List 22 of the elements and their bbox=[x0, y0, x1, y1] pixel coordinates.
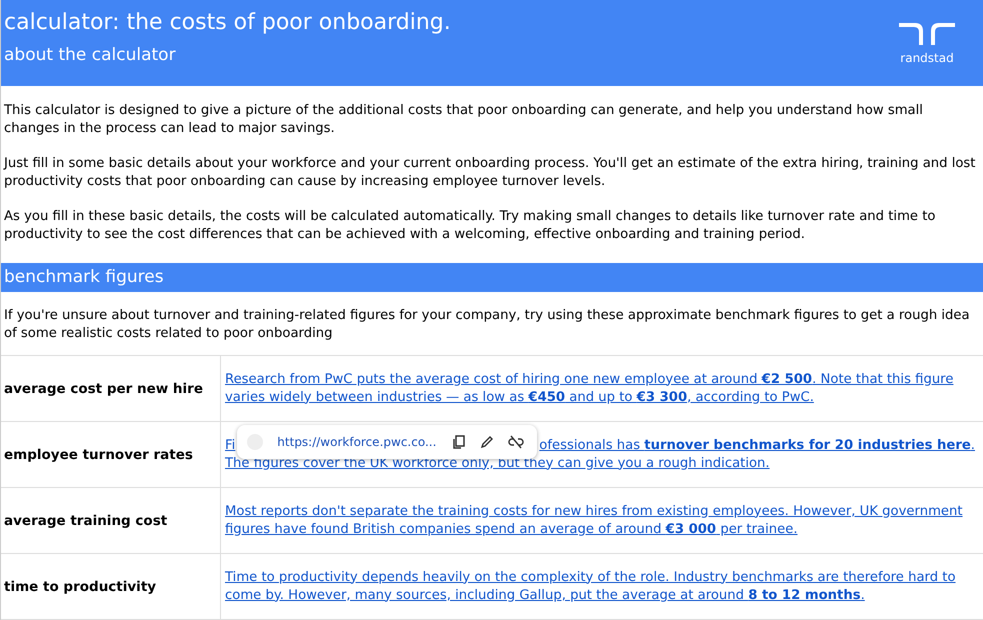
unlink-icon[interactable] bbox=[508, 434, 524, 448]
row-label: time to productivity bbox=[1, 554, 221, 619]
page-title: calculator: the costs of poor onboarding. bbox=[4, 10, 451, 35]
intro-paragraph: As you fill in these basic details, the costs will be calculated automatically. Try making small changes to details like turnover rate and time to productivity to see the cost differences that can be achieved with a welcoming, effective onboarding and training period. bbox=[4, 208, 936, 244]
section-heading: benchmark figures bbox=[1, 263, 983, 292]
row-label: average training cost bbox=[1, 488, 221, 553]
intro-paragraph: Just fill in some basic details about your workforce and your current onboarding process. You'll get an estimate of the extra hiring, training and lost productivity costs that poor onboarding can cause by increasing employee turnover levels. bbox=[4, 155, 976, 191]
copy-icon[interactable] bbox=[452, 434, 466, 448]
section-description: If you're unsure about turnover and training-related figures for your company, try using these approximate benchmark figures to get a rough idea of some realistic costs related to poor onboarding bbox=[1, 292, 983, 356]
edit-icon[interactable] bbox=[480, 434, 494, 448]
row-label: average cost per new hire bbox=[1, 356, 221, 421]
link[interactable]: Fi bbox=[225, 436, 236, 454]
link-url[interactable]: https://workforce.pwc.co... bbox=[277, 432, 436, 450]
link[interactable]: ofessionals has turnover benchmarks for 20 industries here. bbox=[539, 436, 975, 454]
link[interactable]: Time to productivity depends heavily on the complexity of the role. Industry benchmarks are therefore hard to come by. However, many sources, including Gallup, put the average at around 8 to 12 months. bbox=[225, 568, 979, 604]
logo-text: randstad bbox=[900, 51, 954, 65]
link[interactable]: Research from PwC puts the average cost of hiring one new employee at around €2 500. Note that this figure varies widely between industries — as low as €450 and up to €3 300, according to PwC. bbox=[225, 370, 979, 406]
link[interactable]: Most reports don't separate the training costs for new hires from existing employees. However, UK government figures have found British companies spend an average of around €3 000 per trainee. bbox=[225, 502, 979, 538]
section-heading: about the calculator bbox=[4, 45, 177, 65]
logo-icon bbox=[899, 21, 955, 45]
intro-paragraph: This calculator is designed to give a picture of the additional costs that poor onboarding can generate, and help you understand how small changes in the process can lead to major savings. bbox=[4, 102, 924, 138]
row-label: employee turnover rates bbox=[1, 422, 221, 487]
